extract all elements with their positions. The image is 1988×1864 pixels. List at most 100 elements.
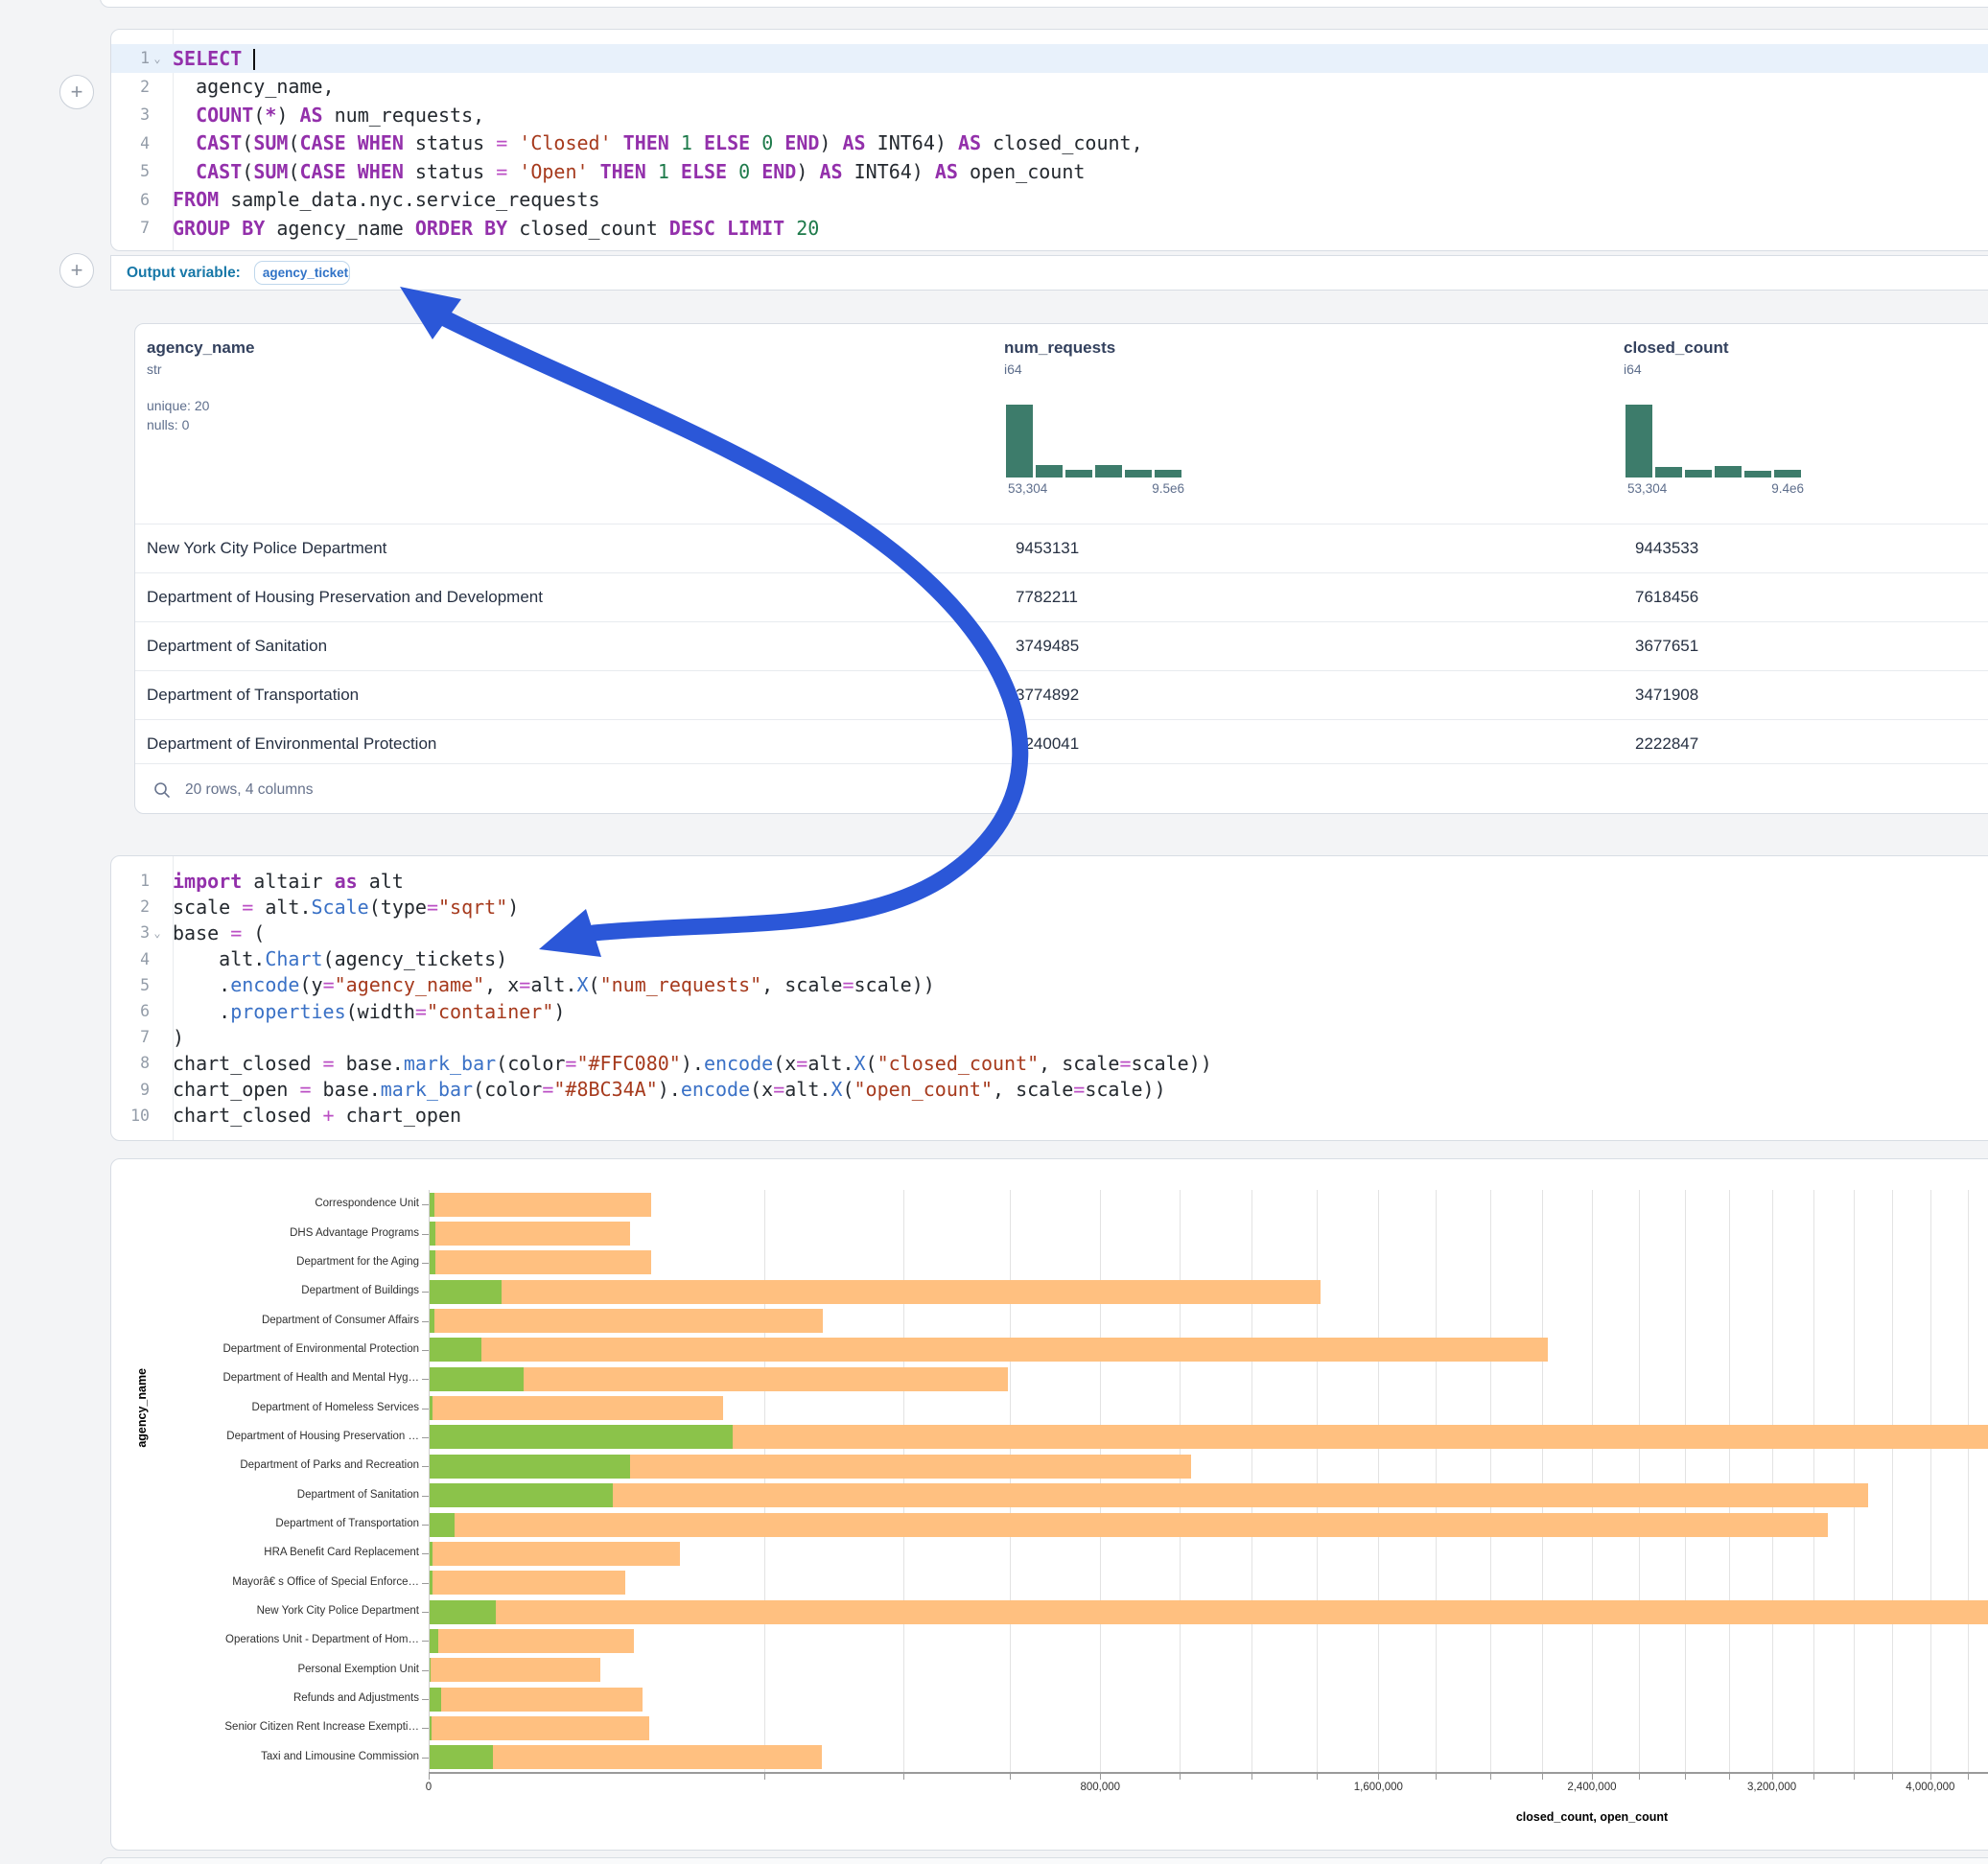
code-line[interactable]: 9chart_open = base.mark_bar(color="#8BC3… <box>111 1077 1988 1103</box>
cell-num-requests: 7782211 <box>1004 588 1624 607</box>
chart-y-axis-ticks <box>422 1190 429 1772</box>
grid-line <box>1968 1190 1969 1772</box>
x-tick <box>1378 1774 1379 1780</box>
python-code-editor[interactable]: 1import altair as alt2scale = alt.Scale(… <box>111 868 1988 1129</box>
code-line[interactable]: 1⌄SELECT <box>111 44 1988 73</box>
collapse-caret-icon[interactable]: ⌄ <box>150 52 165 65</box>
grid-line <box>1639 1190 1640 1772</box>
python-cell[interactable]: 1import altair as alt2scale = alt.Scale(… <box>110 855 1988 1141</box>
histogram-bar <box>1715 466 1742 478</box>
chart-bar-open_count <box>429 1280 502 1304</box>
code-text: CAST(SUM(CASE WHEN status = 'Open' THEN … <box>165 160 1085 183</box>
x-tick <box>903 1774 904 1780</box>
code-line[interactable]: 3⌄base = ( <box>111 920 1988 945</box>
x-tick <box>1251 1774 1252 1780</box>
chart-bar-open_count <box>429 1629 438 1653</box>
sql-cell[interactable]: 1⌄SELECT 2 agency_name,3 COUNT(*) AS num… <box>110 29 1988 251</box>
histogram-bar <box>1006 405 1033 478</box>
column-header-num-requests[interactable]: num_requests i64 <box>1004 338 1115 377</box>
column-header-agency-name[interactable]: agency_name str unique: 20 nulls: 0 <box>147 338 254 432</box>
text-cursor <box>253 49 255 70</box>
code-line[interactable]: 5 CAST(SUM(CASE WHEN status = 'Open' THE… <box>111 157 1988 186</box>
chart-y-label: Operations Unit - Department of Hom… <box>225 1634 419 1645</box>
sql-code-editor[interactable]: 1⌄SELECT 2 agency_name,3 COUNT(*) AS num… <box>111 44 1988 243</box>
y-tick <box>422 1496 429 1497</box>
chart-y-label: Personal Exemption Unit <box>297 1664 419 1675</box>
table-body: New York City Police Department945313194… <box>135 524 1988 768</box>
code-line[interactable]: 4 alt.Chart(agency_tickets) <box>111 946 1988 972</box>
add-cell-button-output[interactable]: + <box>59 253 94 288</box>
code-line[interactable]: 7GROUP BY agency_name ORDER BY closed_co… <box>111 214 1988 243</box>
code-line[interactable]: 6FROM sample_data.nyc.service_requests <box>111 186 1988 215</box>
grid-line <box>1542 1190 1543 1772</box>
cell-closed-count: 9443533 <box>1624 539 1988 558</box>
chart-bar-open_count <box>429 1367 524 1391</box>
y-tick <box>422 1466 429 1467</box>
code-line[interactable]: 1import altair as alt <box>111 868 1988 894</box>
add-cell-button-top[interactable]: + <box>59 75 94 109</box>
table-row[interactable]: Department of Environmental Protection22… <box>135 719 1988 768</box>
column-type: str <box>147 361 254 377</box>
code-line[interactable]: 6 .properties(width="container") <box>111 998 1988 1024</box>
table-row[interactable]: Department of Housing Preservation and D… <box>135 572 1988 621</box>
chart-bar-closed_count <box>429 1629 634 1653</box>
code-text: CAST(SUM(CASE WHEN status = 'Closed' THE… <box>165 131 1143 154</box>
chart-bar-open_count <box>429 1483 613 1507</box>
output-variable-pill[interactable]: agency_tickets <box>254 261 350 285</box>
histogram-bar <box>1685 470 1712 478</box>
code-line[interactable]: 8chart_closed = base.mark_bar(color="#FF… <box>111 1050 1988 1076</box>
table-row[interactable]: New York City Police Department945313194… <box>135 524 1988 572</box>
code-line[interactable]: 3 COUNT(*) AS num_requests, <box>111 101 1988 129</box>
collapse-caret-icon[interactable]: ⌄ <box>150 926 165 940</box>
chart-bar-closed_count <box>429 1716 649 1740</box>
x-tick <box>1892 1774 1893 1780</box>
code-line[interactable]: 10chart_closed + chart_open <box>111 1103 1988 1129</box>
chart-y-label: HRA Benefit Card Replacement <box>264 1547 419 1558</box>
code-text: chart_closed = base.mark_bar(color="#FFC… <box>165 1052 1212 1075</box>
cell-agency-name: Department of Housing Preservation and D… <box>135 588 1004 607</box>
table-row[interactable]: Department of Sanitation37494853677651 <box>135 621 1988 670</box>
grid-line <box>1251 1190 1252 1772</box>
chart-bar-open_count <box>429 1455 630 1479</box>
y-tick <box>422 1641 429 1642</box>
line-number: 3 <box>111 923 150 942</box>
cell-closed-count: 7618456 <box>1624 588 1988 607</box>
table-row[interactable]: Department of Transportation377489234719… <box>135 670 1988 719</box>
column-header-closed-count[interactable]: closed_count i64 <box>1624 338 1729 377</box>
dataframe-preview: agency_name str unique: 20 nulls: 0 num_… <box>134 323 1988 814</box>
x-tick <box>429 1774 430 1780</box>
chart-bar-closed_count <box>429 1542 680 1566</box>
code-text: base = ( <box>165 921 265 944</box>
line-number: 10 <box>111 1107 150 1125</box>
code-line[interactable]: 7) <box>111 1024 1988 1050</box>
column-name: closed_count <box>1624 338 1729 358</box>
grid-line <box>1854 1190 1855 1772</box>
chart-bar-open_count <box>429 1513 455 1537</box>
histogram-bar <box>1744 471 1771 478</box>
chart-y-label: Department of Consumer Affairs <box>262 1315 419 1326</box>
y-tick <box>422 1437 429 1438</box>
code-line[interactable]: 2scale = alt.Scale(type="sqrt") <box>111 894 1988 920</box>
code-text: .properties(width="container") <box>165 1000 565 1023</box>
x-tick <box>764 1774 765 1780</box>
code-line[interactable]: 4 CAST(SUM(CASE WHEN status = 'Closed' T… <box>111 129 1988 158</box>
y-tick <box>422 1263 429 1264</box>
grid-line <box>903 1190 904 1772</box>
chart-y-axis-labels: Correspondence UnitDHS Advantage Program… <box>0 1190 419 1772</box>
y-tick <box>422 1204 429 1205</box>
code-text: alt.Chart(agency_tickets) <box>165 947 507 970</box>
chart-x-label: 3,200,000 <box>1747 1782 1796 1793</box>
grid-line <box>1317 1190 1318 1772</box>
line-number: 5 <box>111 162 150 180</box>
code-line[interactable]: 2 agency_name, <box>111 73 1988 102</box>
cell-closed-count: 3677651 <box>1624 637 1988 656</box>
search-icon[interactable] <box>152 781 172 800</box>
code-text: SELECT <box>165 47 255 71</box>
chart-y-label: Taxi and Limousine Commission <box>261 1751 419 1762</box>
chart-x-label: 0 <box>426 1782 432 1793</box>
chart-bar-closed_count <box>429 1280 1321 1304</box>
previous-cell-edge <box>100 0 1988 8</box>
code-line[interactable]: 5 .encode(y="agency_name", x=alt.X("num_… <box>111 972 1988 998</box>
histogram-max-label: 9.4e6 <box>1771 481 1804 496</box>
x-tick <box>1639 1774 1640 1780</box>
